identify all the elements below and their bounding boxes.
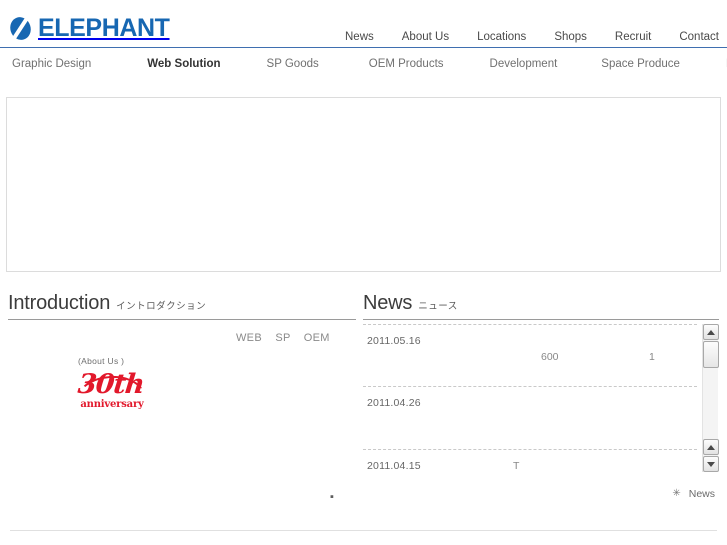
topnav-item-about-us[interactable]: About Us — [402, 31, 449, 43]
subnav-item-sp-goods[interactable]: SP Goods — [267, 58, 319, 70]
introduction-heading: Introduction イントロダクション — [8, 292, 356, 320]
introduction-column: Introduction イントロダクション WEB SP OEM (About… — [8, 292, 356, 503]
news-item-fragment: 1 — [649, 351, 655, 363]
subnav-item-space-produce[interactable]: Space Produce — [601, 58, 680, 70]
anniversary-word: anniversary — [80, 399, 144, 410]
subnav-item-oem-products[interactable]: OEM Products — [369, 58, 444, 70]
news-item-date: 2011.05.16 — [367, 335, 421, 347]
news-scrollbar[interactable] — [702, 324, 719, 472]
asterisk-bullet-icon: ✳ — [672, 488, 681, 499]
footer-divider — [10, 530, 717, 531]
topnav-item-locations[interactable]: Locations — [477, 31, 526, 43]
brand-name: ELEPHANT — [38, 14, 170, 42]
scroll-up-arrow-icon[interactable] — [703, 324, 719, 340]
topnav-item-news[interactable]: News — [345, 31, 374, 43]
news-list-item[interactable]: 2011.04.15 T — [363, 450, 697, 472]
scrollbar-thumb[interactable] — [703, 341, 719, 368]
news-heading-en: News — [363, 292, 413, 314]
category-web[interactable]: WEB — [236, 332, 262, 344]
news-list: 2011.05.16 600 1 2011.04.26 2011.04.15 T — [363, 324, 697, 472]
subnav-item-graphic-design[interactable]: Graphic Design — [12, 58, 91, 70]
topnav-item-contact[interactable]: Contact — [679, 31, 719, 43]
news-list-item[interactable]: 2011.04.26 — [363, 387, 697, 450]
elephant-oval-logo-icon — [7, 14, 34, 43]
news-heading-jp: ニュース — [418, 301, 458, 312]
square-bullet-icon: ▪ — [330, 491, 334, 503]
introduction-categories: WEB SP OEM — [236, 332, 330, 344]
news-item-body — [367, 413, 693, 443]
news-list-item[interactable]: 2011.05.16 600 1 — [363, 324, 697, 387]
news-item-date: 2011.04.15 — [367, 460, 421, 472]
subnav-item-web-solution[interactable]: Web Solution — [147, 58, 220, 70]
secondary-nav: Graphic Design Web Solution SP Goods OEM… — [0, 58, 727, 82]
anniversary-30th-logo[interactable]: 30th anniversary — [75, 369, 146, 414]
introduction-heading-jp: イントロダクション — [116, 301, 207, 312]
page-root: ELEPHANT News About Us Locations Shops R… — [0, 0, 727, 545]
subnav-item-development[interactable]: Development — [490, 58, 558, 70]
hero-banner-area[interactable] — [6, 97, 721, 272]
news-item-fragment: T — [513, 460, 520, 472]
news-more-link-wrap[interactable]: ✳ News — [672, 488, 715, 500]
news-item-date: 2011.04.26 — [367, 397, 421, 409]
news-panel: 2011.05.16 600 1 2011.04.26 2011.04.15 T — [363, 324, 719, 472]
header-divider — [0, 47, 727, 48]
news-column: News ニュース 2011.05.16 600 1 2011.04.26 20… — [363, 292, 719, 500]
news-item-body: 600 1 — [367, 351, 693, 381]
site-header: ELEPHANT News About Us Locations Shops R… — [0, 0, 727, 48]
primary-nav: News About Us Locations Shops Recruit Co… — [345, 31, 719, 43]
scroll-up-arrow-icon-bottom[interactable] — [703, 439, 719, 455]
topnav-item-shops[interactable]: Shops — [554, 31, 587, 43]
news-more-link[interactable]: News — [689, 488, 715, 500]
introduction-heading-en: Introduction — [8, 292, 111, 314]
category-oem[interactable]: OEM — [304, 332, 330, 344]
about-us-caption: (About Us ) — [78, 356, 125, 366]
news-heading: News ニュース — [363, 292, 719, 320]
category-sp[interactable]: SP — [275, 332, 290, 344]
anniversary-number: 30th — [76, 369, 146, 400]
brand-logo-link[interactable]: ELEPHANT — [7, 14, 170, 43]
scroll-down-arrow-icon[interactable] — [703, 456, 719, 472]
topnav-item-recruit[interactable]: Recruit — [615, 31, 651, 43]
news-item-fragment: 600 — [541, 351, 559, 363]
